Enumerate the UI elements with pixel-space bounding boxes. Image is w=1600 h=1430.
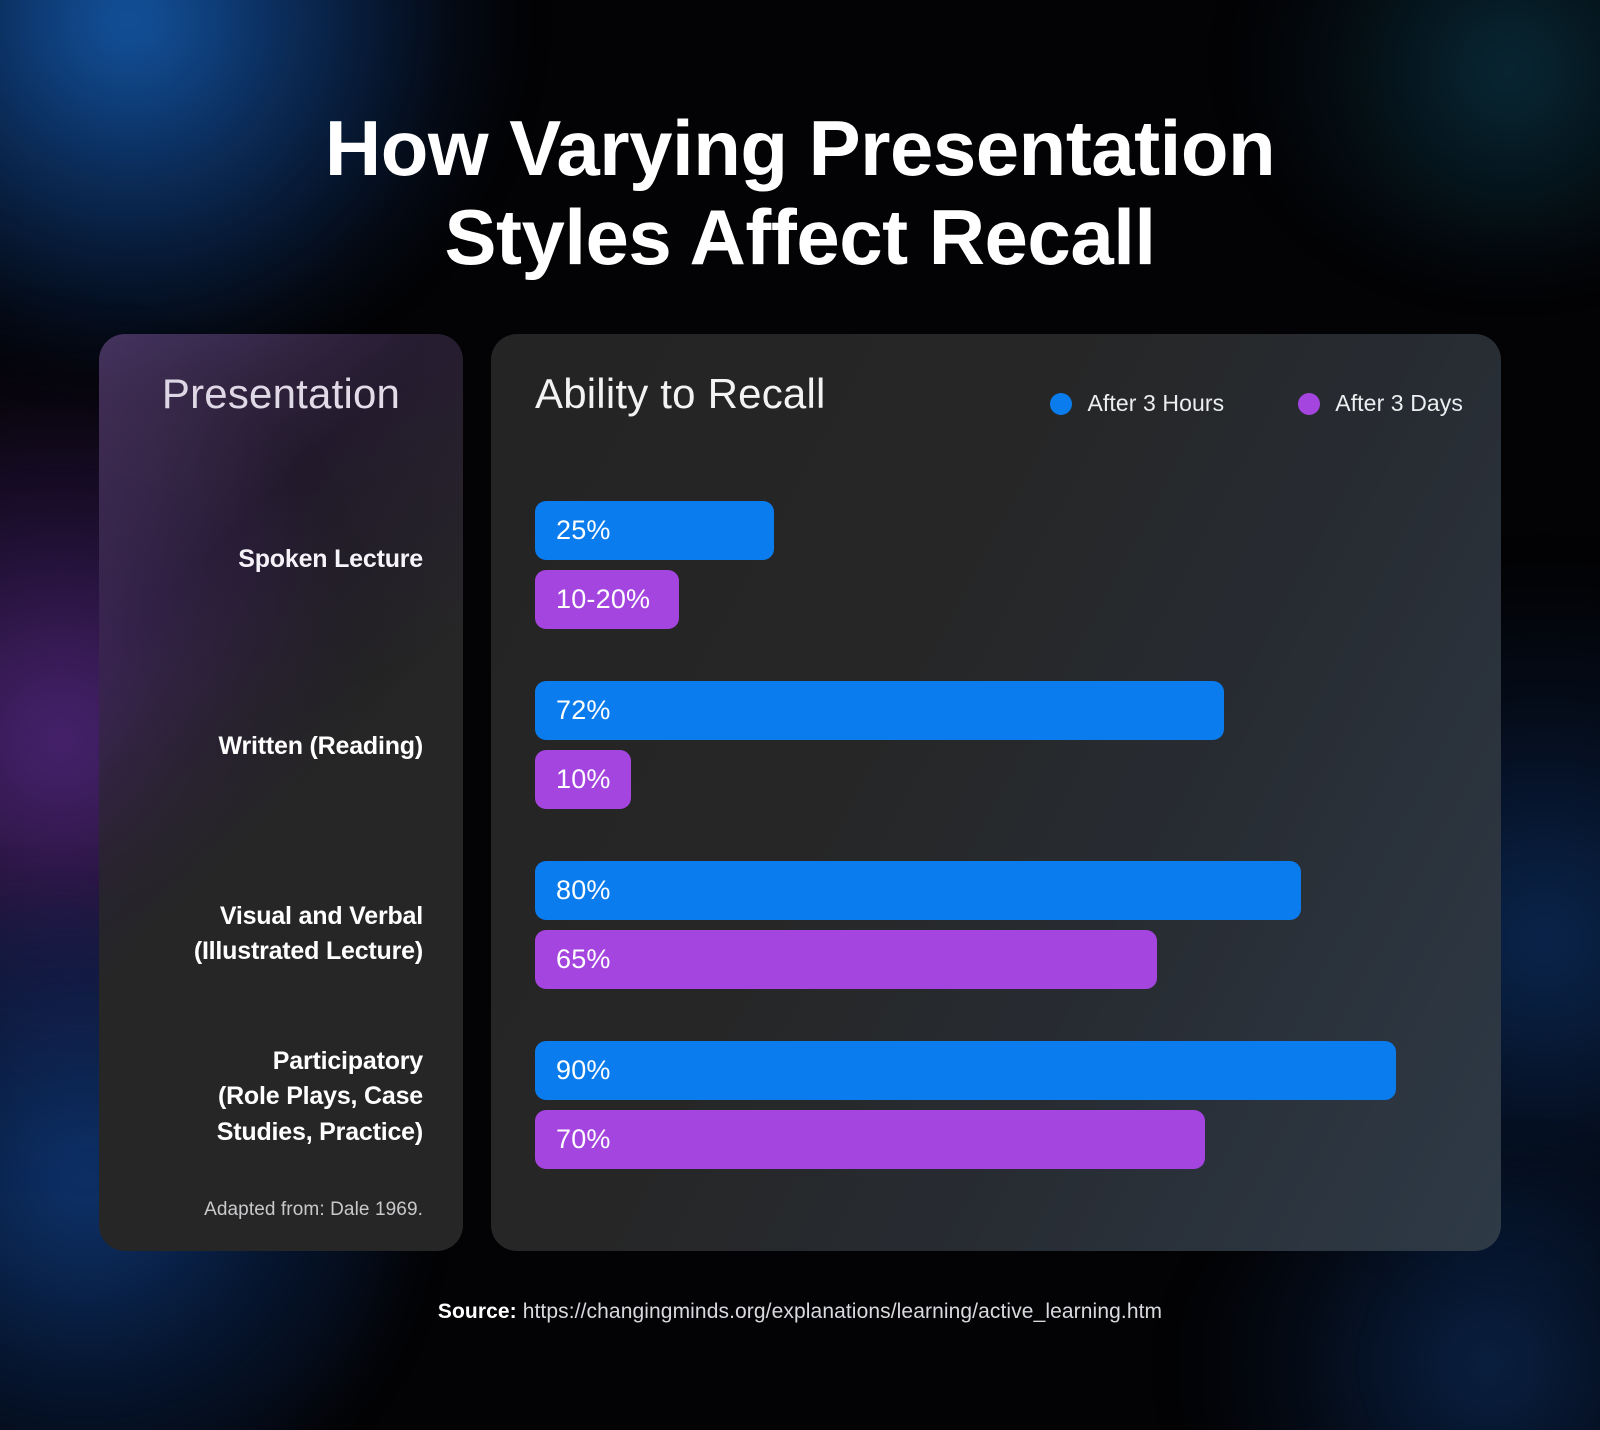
page-title: How Varying Presentation Styles Affect R… xyxy=(324,104,1276,281)
infographic-canvas: How Varying Presentation Styles Affect R… xyxy=(0,0,1600,1430)
category-label-1: Spoken Lecture xyxy=(238,545,423,573)
presentation-panel: Presentation Spoken Lecture Written (Read… xyxy=(99,334,463,1251)
bar-after-3-days-2[interactable]: 10% xyxy=(535,750,631,809)
bar-value-label: 10% xyxy=(556,764,611,794)
bar-after-3-hours-3[interactable]: 80% xyxy=(535,861,1301,920)
bars-container: 25% 10-20% 72% 10% 80% 65% 90% 70% xyxy=(535,334,1501,1251)
bar-after-3-hours-1[interactable]: 25% xyxy=(535,501,774,560)
adapted-from-note: Adapted from: Dale 1969. xyxy=(204,1199,423,1220)
recall-chart-panel: Ability to Recall After 3 Hours After 3 … xyxy=(491,334,1501,1251)
bar-value-label: 25% xyxy=(556,515,611,545)
bar-after-3-hours-4[interactable]: 90% xyxy=(535,1041,1396,1100)
bar-value-label: 65% xyxy=(556,944,611,974)
bar-after-3-days-3[interactable]: 65% xyxy=(535,930,1157,989)
category-label-4: Participatory (Role Plays, Case Studies,… xyxy=(216,1046,423,1146)
source-footer: Source: https://changingminds.org/explan… xyxy=(0,1300,1600,1324)
source-url: https://changingminds.org/explanations/l… xyxy=(522,1300,1163,1323)
bar-value-label: 10-20% xyxy=(556,584,651,614)
bar-after-3-days-1[interactable]: 10-20% xyxy=(535,570,679,629)
bar-value-label: 80% xyxy=(556,875,611,905)
category-label-list: Spoken Lecture Written (Reading) Visual an… xyxy=(99,334,423,1251)
category-label-2: Written (Reading) xyxy=(218,732,424,760)
bar-after-3-days-4[interactable]: 70% xyxy=(535,1110,1205,1169)
bar-value-label: 72% xyxy=(556,695,611,725)
bar-value-label: 90% xyxy=(556,1055,611,1085)
bar-after-3-hours-2[interactable]: 72% xyxy=(535,681,1224,740)
panels-container: Presentation Spoken Lecture Written (Read… xyxy=(99,334,1501,1251)
category-label-3: Visual and Verbal (Illustrated Lecture) xyxy=(193,901,423,966)
bar-value-label: 70% xyxy=(556,1124,611,1154)
source-label: Source: xyxy=(437,1300,517,1323)
